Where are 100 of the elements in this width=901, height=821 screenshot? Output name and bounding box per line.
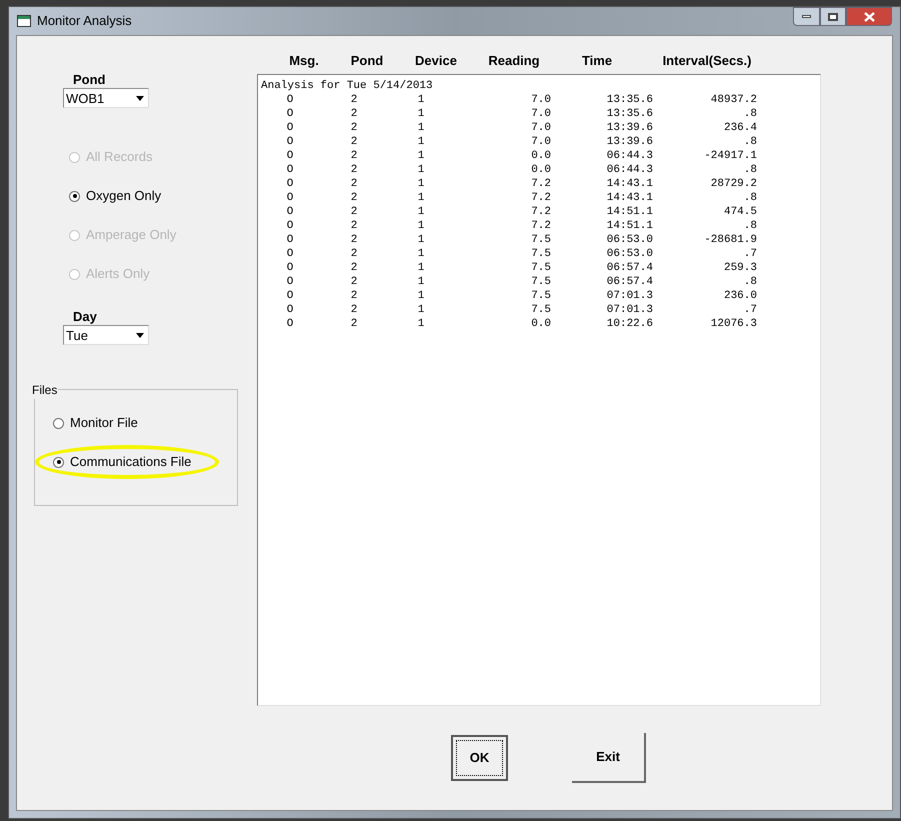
table-cell-text: 2	[350, 303, 358, 317]
table-cell-text: 1	[416, 261, 426, 275]
table-cell-text: 07:01.3	[606, 303, 653, 317]
radio-label: Alerts Only	[86, 265, 150, 284]
table-cell-text: O	[286, 317, 294, 331]
radio-label: Communications File	[70, 453, 192, 472]
table-cell-text: 7.0	[530, 135, 551, 149]
minimize-button[interactable]	[793, 7, 820, 26]
radio-button[interactable]	[53, 456, 64, 468]
table-cell-text: 1	[416, 163, 426, 177]
radio-label: Amperage Only	[86, 226, 176, 244]
table-cell-text: O	[286, 233, 294, 247]
table-cell-text: 2	[350, 177, 358, 191]
table-cell-text: 1	[416, 135, 426, 149]
table-cell-text: 1	[416, 107, 426, 121]
pond-label: Pond	[72, 71, 106, 88]
table-cell-text: O	[286, 303, 294, 317]
table-cell-text: 259.3	[722, 261, 757, 275]
table-cell-text: 13:35.6	[606, 93, 653, 107]
table-cell-text: 13:35.6	[606, 107, 653, 121]
table-cell-text: 06:57.4	[606, 261, 653, 275]
table-cell-text: 0.0	[530, 149, 551, 163]
maximize-button[interactable]	[820, 7, 846, 26]
table-cell-text: 236.4	[722, 121, 757, 135]
table-cell-text: O	[286, 135, 294, 149]
table-cell-text: 1	[416, 289, 426, 303]
table-cell-text: 1	[416, 191, 426, 205]
list-caption: Analysis for Tue 5/14/2013	[261, 79, 434, 93]
table-cell-text: 7.5	[530, 303, 551, 317]
table-cell-text: O	[286, 121, 294, 135]
table-cell-text: .8	[742, 163, 757, 177]
table-cell-text: O	[286, 107, 294, 121]
close-button[interactable]	[846, 7, 892, 26]
window-title: Monitor Analysis	[37, 12, 132, 30]
table-cell-text: 13:39.6	[606, 135, 653, 149]
table-cell-text: 7.2	[530, 191, 551, 205]
maximize-icon	[828, 12, 838, 20]
table-cell-text: O	[286, 247, 294, 261]
table-cell-text: 28729.2	[710, 177, 757, 191]
table-cell-text: 06:53.0	[606, 247, 653, 261]
table-cell-text: .8	[742, 219, 757, 233]
table-cell-text: 7.5	[530, 247, 551, 261]
table-cell-text: .8	[742, 191, 757, 205]
table-cell-text: .7	[742, 247, 757, 261]
table-cell-text: 1	[416, 219, 426, 233]
table-cell-text: 14:51.1	[606, 219, 653, 233]
column-header: Reading	[487, 52, 541, 70]
table-cell-text: .8	[742, 107, 757, 121]
table-cell-text: 1	[416, 205, 426, 219]
table-cell-text: 12076.3	[710, 317, 757, 331]
table-cell-text: O	[286, 275, 294, 289]
table-cell-text: O	[286, 219, 294, 233]
radio-label: Monitor File	[70, 414, 138, 432]
table-cell-text: 1	[416, 233, 426, 247]
table-cell-text: 2	[350, 121, 358, 135]
table-cell-text: 2	[350, 289, 358, 303]
table-cell-text: 2	[350, 275, 358, 289]
table-cell-text: 14:43.1	[606, 177, 653, 191]
table-cell-text: 2	[350, 163, 358, 177]
app-icon	[17, 15, 31, 27]
dialog-button[interactable]: OK	[451, 735, 508, 781]
table-cell-text: 48937.2	[710, 93, 757, 107]
table-cell-text: 7.5	[530, 233, 551, 247]
table-cell-text: 474.5	[722, 205, 757, 219]
dropdown-field[interactable]: Tue	[63, 325, 149, 345]
close-icon	[864, 12, 874, 22]
dialog-button[interactable]: Exit	[572, 733, 646, 783]
table-cell-text: 2	[350, 135, 358, 149]
table-cell-text: 2	[350, 317, 358, 331]
column-header: Time	[580, 52, 614, 70]
table-cell-text: 1	[416, 317, 426, 331]
table-cell-text: 7.0	[530, 93, 551, 107]
radio-label: All Records	[86, 148, 152, 166]
dropdown-field[interactable]: WOB1	[63, 88, 149, 108]
table-cell-text: .7	[742, 303, 757, 317]
table-cell-text: 06:53.0	[606, 233, 653, 247]
table-cell-text: 2	[350, 191, 358, 205]
radio-button[interactable]	[69, 190, 80, 202]
table-cell-text: 2	[350, 247, 358, 261]
minimize-icon	[802, 15, 811, 18]
table-cell-text: O	[286, 205, 294, 219]
column-header: Device	[414, 52, 458, 70]
table-cell-text: 2	[350, 261, 358, 275]
table-cell-text: 1	[416, 275, 426, 289]
table-cell-text: 06:57.4	[606, 275, 653, 289]
table-cell-text: .8	[742, 135, 757, 149]
table-cell-text: 7.5	[530, 289, 551, 303]
table-cell-text: 7.2	[530, 177, 551, 191]
day-label: Day	[72, 308, 98, 325]
table-cell-text: 2	[350, 219, 358, 233]
table-cell-text: O	[286, 93, 294, 107]
table-cell-text: 10:22.6	[606, 317, 653, 331]
radio-button[interactable]	[53, 418, 64, 428]
table-cell-text: .8	[742, 275, 757, 289]
table-cell-text: 1	[416, 93, 426, 107]
table-cell-text: O	[286, 191, 294, 205]
table-cell-text: 7.5	[530, 275, 551, 289]
table-cell-text: 06:44.3	[606, 163, 653, 177]
column-header: Interval(Secs.)	[662, 52, 752, 70]
table-cell-text: 1	[416, 177, 426, 191]
